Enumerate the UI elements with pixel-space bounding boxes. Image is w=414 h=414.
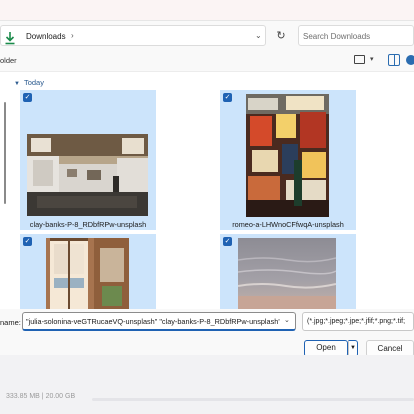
address-history-chevron-icon[interactable]: ⌄ <box>255 31 262 40</box>
file-tile[interactable]: ✓ clay-banks-P-8_RDbfRPw-unsplash <box>20 90 156 230</box>
checkbox-checked-icon[interactable]: ✓ <box>223 93 232 102</box>
file-tile[interactable]: ✓ <box>20 234 156 309</box>
search-input[interactable] <box>303 29 411 43</box>
file-list-pane[interactable]: ▼ Today ✓ clay-banks-P-8_RDbfRPw-unsplas… <box>0 71 414 309</box>
checkbox-checked-icon[interactable]: ✓ <box>23 237 32 246</box>
address-box[interactable]: Downloads › ⌄ <box>0 25 266 46</box>
address-bar: Downloads › ⌄ ↻ <box>0 23 414 47</box>
new-folder-button[interactable]: older <box>0 56 17 65</box>
image-thumbnail <box>46 238 129 309</box>
image-thumbnail <box>246 94 329 217</box>
file-tile[interactable]: ✓ romeo-a-LHWnoCFfwqA-unsplash <box>220 90 356 230</box>
refresh-icon[interactable]: ↻ <box>272 27 290 45</box>
address-path[interactable]: Downloads <box>26 32 66 41</box>
storage-usage-text: 333.85 MB | 20.00 GB <box>6 393 76 400</box>
file-name-label: name: <box>0 318 21 327</box>
file-type-value: (*.jpg;*.jpeg;*.jpe;*.jfif;*.png;*.tif; <box>307 318 406 325</box>
image-thumbnail <box>27 134 148 216</box>
file-name[interactable]: clay-banks-P-8_RDbfRPw-unsplash <box>20 220 156 229</box>
chevron-down-icon: ▼ <box>14 81 20 87</box>
file-open-dialog: Downloads › ⌄ ↻ older ▾ ▼Today ✓ <box>0 20 414 357</box>
help-icon[interactable] <box>406 55 414 65</box>
checkbox-checked-icon[interactable]: ✓ <box>223 237 232 246</box>
view-options-button[interactable]: ▾ <box>352 54 382 68</box>
background-window-top <box>0 0 414 22</box>
chevron-down-icon: ▾ <box>370 56 374 63</box>
background-window-bottom <box>0 355 414 414</box>
view-layout-icon <box>354 55 365 64</box>
search-box[interactable] <box>298 25 414 46</box>
dialog-footer: name: ⌄ (*.jpg;*.jpeg;*.jpe;*.jfif;*.png… <box>0 309 414 357</box>
file-type-select[interactable]: (*.jpg;*.jpeg;*.jpe;*.jfif;*.png;*.tif; <box>302 312 414 331</box>
file-name[interactable]: romeo-a-LHWnoCFfwqA-unsplash <box>220 220 356 229</box>
file-name-input[interactable] <box>26 315 280 328</box>
storage-usage-bar <box>92 398 414 401</box>
checkbox-checked-icon[interactable]: ✓ <box>23 93 32 102</box>
command-bar: older ▾ <box>0 51 414 71</box>
image-thumbnail <box>238 238 336 309</box>
download-arrow-icon <box>5 32 15 45</box>
file-name-combobox[interactable]: ⌄ <box>22 312 296 331</box>
vertical-scrollbar[interactable] <box>4 102 6 204</box>
details-pane-icon[interactable] <box>388 54 400 66</box>
path-separator-icon[interactable]: › <box>71 31 74 40</box>
chevron-down-icon[interactable]: ⌄ <box>284 316 290 324</box>
file-tile[interactable]: ✓ <box>220 234 356 309</box>
group-header-today[interactable]: ▼ Today <box>14 78 44 87</box>
group-label: Today <box>23 78 44 87</box>
